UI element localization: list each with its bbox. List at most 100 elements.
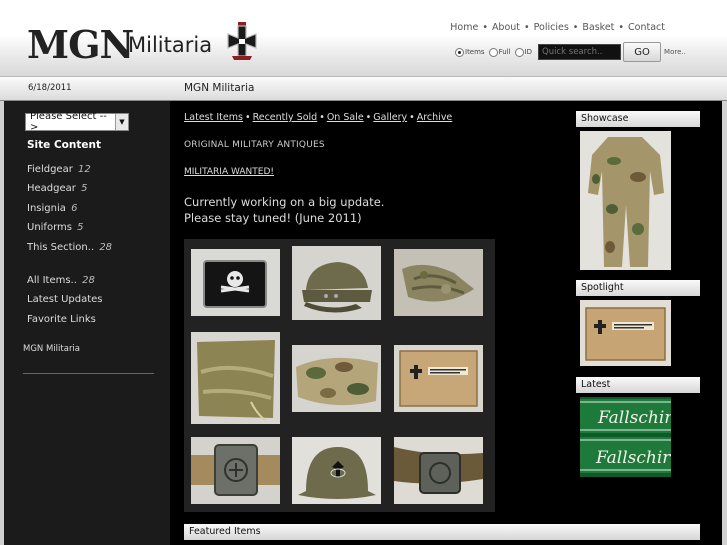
sidebar-item-label: Headgear [27, 183, 76, 195]
radio-id[interactable]: ID [514, 47, 533, 57]
sidebar-categories: Fieldgear 12 Headgear 5 Insignia 6 Unifo… [27, 163, 112, 260]
radio-items[interactable]: Items [455, 47, 485, 57]
radio-items-button[interactable] [455, 47, 464, 57]
sidebar-heading: Site Content [27, 139, 101, 151]
showcase-image[interactable] [580, 131, 671, 270]
tagline: ORIGINAL MILITARY ANTIQUES [184, 140, 325, 150]
sidebar-footer-link[interactable]: MGN Militaria [23, 344, 80, 354]
medal-box-image [394, 345, 483, 412]
notice-line-1: Currently working on a big update. [184, 195, 385, 209]
spotlight-header: Spotlight [576, 280, 700, 296]
update-notice: Currently working on a big update. Pleas… [184, 194, 384, 226]
sidebar-item-uniforms[interactable]: Uniforms 5 [27, 221, 112, 240]
latest-header: Latest [576, 377, 700, 393]
radio-id-label: ID [524, 48, 533, 56]
gallery-thumb-collar-tab[interactable] [191, 249, 280, 316]
right-edge [722, 101, 727, 545]
more-link[interactable]: More.. [664, 48, 686, 56]
sidebar-item-label: Favorite Links [27, 313, 96, 325]
boxed-award-image [580, 300, 671, 366]
gallery-thumb-medal-box[interactable] [394, 345, 483, 412]
camo-smock-image [292, 345, 381, 412]
top-nav: Home • About • Policies • Basket • Contact [450, 22, 665, 33]
sidebar-item-label: This Section.. [27, 241, 95, 253]
sidebar-item-label: All Items.. [27, 275, 77, 286]
gallery-thumb-strap[interactable] [191, 332, 280, 424]
sidebar-item-label: Uniforms [27, 222, 72, 234]
sidebar-item-count: 5 [77, 222, 84, 234]
iron-cross-logo-icon [227, 22, 257, 60]
category-nav: Latest Items • Recently Sold • On Sale • Galle… [184, 112, 453, 123]
logo-mgn[interactable]: MGN [27, 22, 134, 67]
date-bar: 6/18/2011 MGN Militaria [0, 76, 727, 101]
gallery-thumb-belt-buckle[interactable] [191, 437, 280, 504]
camo-coverall-image [580, 131, 671, 270]
sidebar-item-fieldgear[interactable]: Fieldgear 12 [27, 163, 112, 182]
link-gallery[interactable]: Gallery [373, 112, 407, 123]
radio-full-label: Full [498, 48, 511, 56]
cufftitle-text-2: Fallschir [595, 448, 671, 468]
page-title: MGN Militaria [184, 82, 255, 94]
nav-about[interactable]: About [492, 22, 520, 33]
radio-full[interactable]: Full [488, 47, 511, 57]
latest-image[interactable]: Fallschir Fallschir [580, 397, 671, 477]
notice-line-2: Please stay tuned! (June 2011) [184, 211, 362, 225]
photo-gallery [184, 239, 495, 512]
sidebar-item-this-section[interactable]: This Section.. 28 [27, 241, 112, 260]
sidebar-divider [23, 373, 154, 374]
sidebar-item-count: 5 [81, 183, 88, 195]
sidebar-item-count: 28 [99, 241, 113, 253]
sidebar-item-latest-updates[interactable]: Latest Updates [27, 293, 103, 312]
chevron-down-icon[interactable]: ▼ [115, 114, 128, 130]
sidebar-item-label: Insignia [27, 202, 66, 214]
sidebar-item-count: 6 [71, 202, 78, 214]
gallery-thumb-buckle-belt[interactable] [394, 437, 483, 504]
fallschirm-cufftitle-image: Fallschir Fallschir [580, 397, 671, 477]
collar-tab-image [191, 249, 280, 316]
strap-image [191, 332, 280, 424]
nav-basket[interactable]: Basket [582, 22, 614, 33]
gallery-thumb-helmet[interactable] [292, 437, 381, 504]
sidebar-item-insignia[interactable]: Insignia 6 [27, 202, 112, 221]
gloves-image [394, 249, 483, 316]
militaria-wanted-link[interactable]: MILITARIA WANTED! [184, 167, 274, 177]
sidebar-item-label: Fieldgear [27, 164, 73, 175]
site-header: MGN Militaria Home • About • Policies • Basket… [0, 0, 727, 76]
sidebar-item-label: Latest Updates [27, 294, 103, 306]
gallery-thumb-gloves[interactable] [394, 249, 483, 316]
content: Latest Items • Recently Sold • On Sale • Galle… [184, 112, 564, 225]
logo-militaria[interactable]: Militaria [128, 33, 212, 57]
gallery-thumb-camo-smock[interactable] [292, 345, 381, 412]
link-latest-items[interactable]: Latest Items [184, 112, 243, 123]
nav-policies[interactable]: Policies [534, 22, 569, 33]
radio-items-label: Items [465, 48, 485, 56]
sidebar-item-headgear[interactable]: Headgear 5 [27, 182, 112, 201]
spotlight-image[interactable] [580, 300, 671, 366]
search-input[interactable] [538, 44, 622, 60]
link-on-sale[interactable]: On Sale [327, 112, 364, 123]
current-date: 6/18/2011 [28, 83, 72, 93]
link-recently-sold[interactable]: Recently Sold [253, 112, 318, 123]
radio-full-button[interactable] [488, 47, 498, 57]
search-bar: Items Full ID GO More.. [455, 42, 686, 62]
helmet-image [292, 437, 381, 504]
sidebar-links: All Items.. 28 Latest Updates Favorite L… [27, 274, 103, 332]
buckle-belt-image [394, 437, 483, 504]
showcase-header: Showcase [576, 111, 700, 127]
sidebar-item-count: 12 [78, 164, 91, 175]
category-select[interactable]: Please Select --> ▼ [25, 111, 129, 133]
category-select-label: Please Select --> [30, 111, 107, 133]
cufftitle-text-1: Fallschir [597, 408, 671, 428]
go-button[interactable]: GO [623, 42, 662, 62]
sidebar-item-count: 28 [82, 275, 95, 286]
field-cap-image [292, 246, 381, 320]
gallery-thumb-field-cap[interactable] [292, 246, 381, 320]
featured-items-header: Featured Items [184, 524, 700, 540]
sidebar-item-all-items[interactable]: All Items.. 28 [27, 274, 103, 293]
sidebar-item-favorite-links[interactable]: Favorite Links [27, 313, 103, 332]
nav-home[interactable]: Home [450, 22, 478, 33]
belt-buckle-image [191, 437, 280, 504]
radio-id-button[interactable] [514, 47, 524, 57]
link-archive[interactable]: Archive [417, 112, 453, 123]
nav-contact[interactable]: Contact [628, 22, 665, 33]
